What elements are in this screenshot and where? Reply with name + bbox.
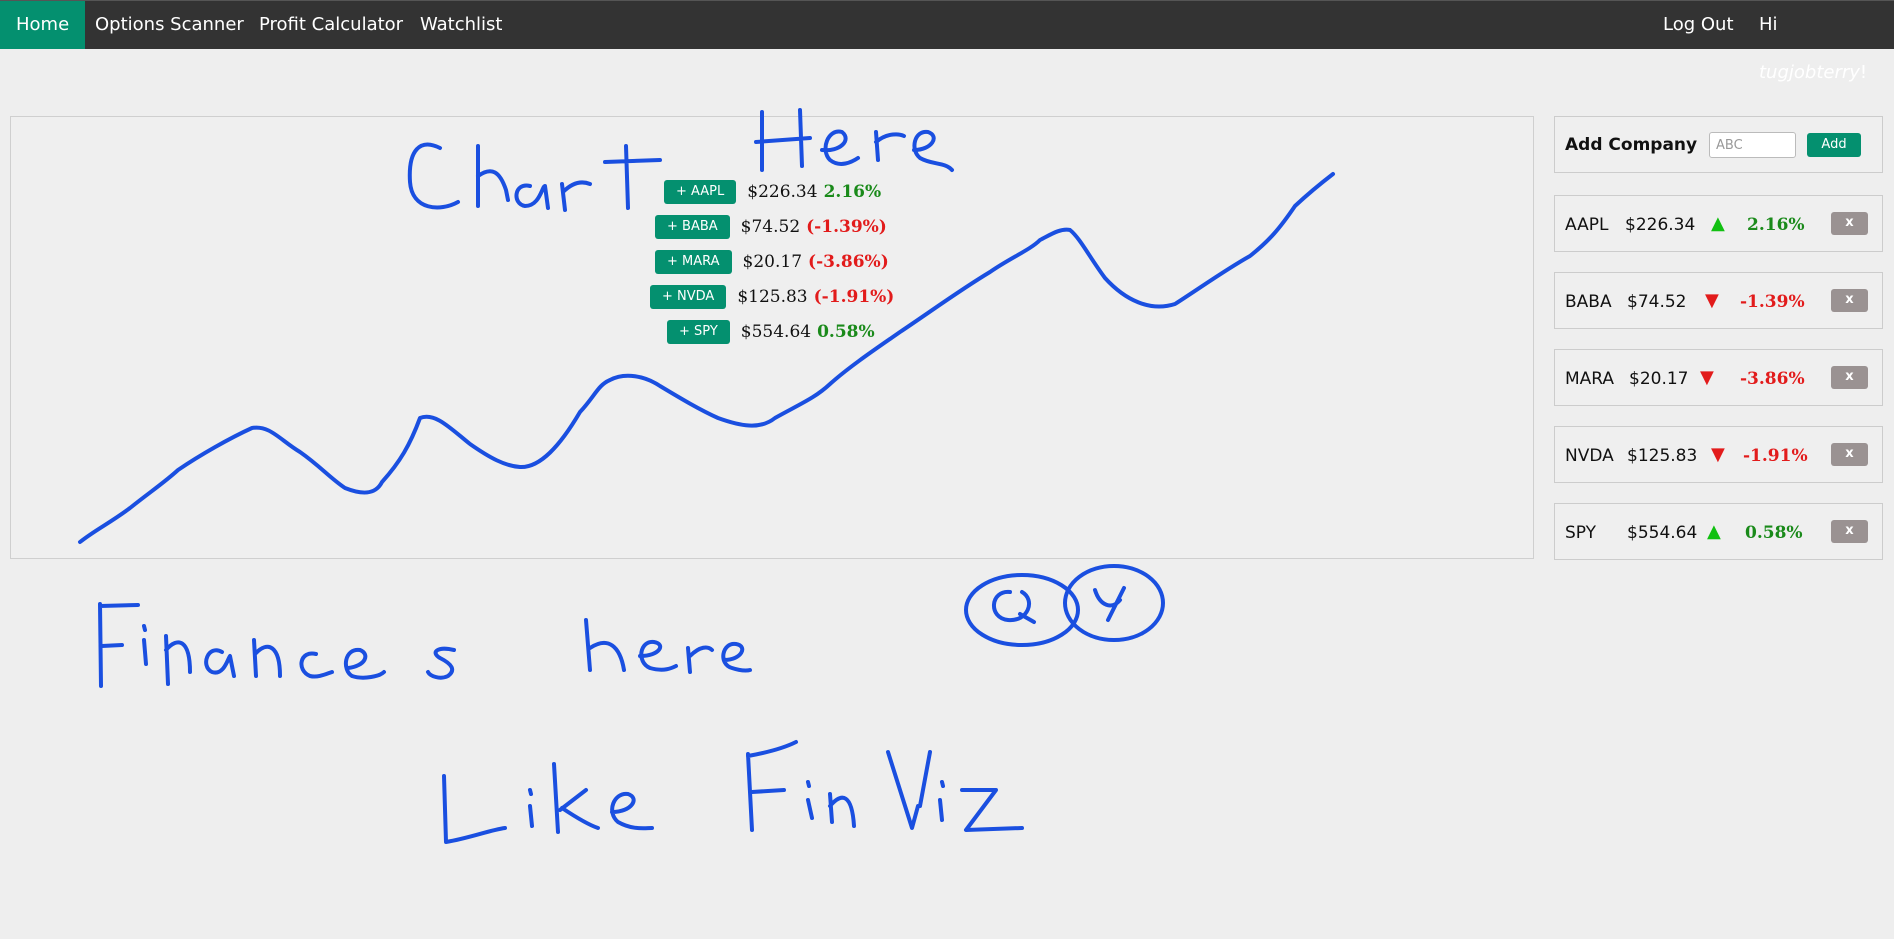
watchlist-change: -1.91% [1743, 446, 1808, 466]
add-company-title: Add Company [1565, 135, 1698, 155]
remove-button[interactable]: x [1831, 289, 1868, 312]
quick-add-spy-button[interactable]: + SPY [667, 320, 730, 344]
top-navbar: Home Options Scanner Profit Calculator W… [0, 0, 1894, 83]
quick-price: $554.64 [740, 322, 812, 342]
watchlist-symbol: BABA [1565, 292, 1612, 312]
greeting-suffix: ! [1859, 62, 1868, 83]
quick-price: $74.52 [740, 217, 801, 237]
ticker-input[interactable] [1709, 132, 1796, 158]
arrow-up-icon: ▲ [1707, 521, 1721, 542]
sketch-word-finances [98, 602, 456, 688]
watchlist-item: MARA $20.17 ▼ -3.86% x [1554, 349, 1883, 406]
sketch-word-like [442, 762, 654, 844]
sketch-word-finviz [746, 740, 1024, 832]
sketch-circle-y [1063, 564, 1165, 642]
quick-price: $20.17 [742, 252, 803, 272]
quick-add-row: + NVDA $125.83 (-1.91%) [650, 285, 894, 309]
quick-price: $226.34 [747, 182, 818, 202]
quick-add-baba-button[interactable]: + BABA [655, 215, 730, 239]
nav-options-scanner[interactable]: Options Scanner [79, 1, 260, 49]
remove-button[interactable]: x [1831, 212, 1868, 235]
watchlist-item: SPY $554.64 ▲ 0.58% x [1554, 503, 1883, 560]
quick-change: (-1.39%) [806, 217, 887, 237]
greeting-prefix: Hi [1759, 14, 1778, 35]
remove-button[interactable]: x [1831, 443, 1868, 466]
quick-add-row: + BABA $74.52 (-1.39%) [655, 215, 887, 239]
sketch-letter-q [992, 589, 1036, 624]
quick-add-mara-button[interactable]: + MARA [655, 250, 732, 274]
username: tugjobterry [1759, 62, 1860, 83]
nav-watchlist[interactable]: Watchlist [404, 1, 518, 49]
watchlist-symbol: SPY [1565, 523, 1597, 543]
quick-add-row: + MARA $20.17 (-3.86%) [655, 250, 889, 274]
watchlist-price: $74.52 [1627, 292, 1687, 312]
quick-add-nvda-button[interactable]: + NVDA [650, 285, 727, 309]
watchlist-price: $554.64 [1627, 523, 1698, 543]
watchlist-item: BABA $74.52 ▼ -1.39% x [1554, 272, 1883, 329]
user-greeting: Hi tugjobterry! [1743, 1, 1894, 83]
arrow-up-icon: ▲ [1711, 213, 1725, 234]
arrow-down-icon: ▼ [1700, 367, 1714, 388]
watchlist-change: -3.86% [1740, 369, 1805, 389]
watchlist-price: $20.17 [1629, 369, 1689, 389]
nav-logout[interactable]: Log Out [1647, 1, 1750, 49]
arrow-down-icon: ▼ [1705, 290, 1719, 311]
watchlist-symbol: AAPL [1565, 215, 1609, 235]
quick-add-row: + AAPL $226.34 2.16% [664, 180, 881, 204]
remove-button[interactable]: x [1831, 366, 1868, 389]
watchlist-symbol: MARA [1565, 369, 1615, 389]
quick-price: $125.83 [737, 287, 808, 307]
watchlist-symbol: NVDA [1565, 446, 1614, 466]
quick-add-row: + SPY $554.64 0.58% [667, 320, 875, 344]
watchlist-item: AAPL $226.34 ▲ 2.16% x [1554, 195, 1883, 252]
nav-home[interactable]: Home [0, 1, 86, 49]
sketch-letter-y [1093, 586, 1126, 622]
watchlist-change: 2.16% [1747, 215, 1805, 235]
watchlist-price: $226.34 [1625, 215, 1696, 235]
quick-change: (-3.86%) [808, 252, 889, 272]
quick-change: (-1.91%) [813, 287, 895, 307]
quick-change: 0.58% [817, 322, 875, 342]
nav-profit-calculator[interactable]: Profit Calculator [243, 1, 419, 49]
quick-add-aapl-button[interactable]: + AAPL [664, 180, 737, 204]
add-company-card: Add Company Add [1554, 116, 1883, 173]
watchlist-change: 0.58% [1745, 523, 1803, 543]
watchlist-price: $125.83 [1627, 446, 1698, 466]
remove-button[interactable]: x [1831, 520, 1868, 543]
add-company-button[interactable]: Add [1807, 133, 1861, 157]
watchlist-item: NVDA $125.83 ▼ -1.91% x [1554, 426, 1883, 483]
quick-change: 2.16% [823, 182, 882, 202]
sketch-circle-q [964, 573, 1080, 647]
sketch-word-here-2 [584, 618, 752, 674]
arrow-down-icon: ▼ [1711, 444, 1725, 465]
watchlist-change: -1.39% [1740, 292, 1805, 312]
